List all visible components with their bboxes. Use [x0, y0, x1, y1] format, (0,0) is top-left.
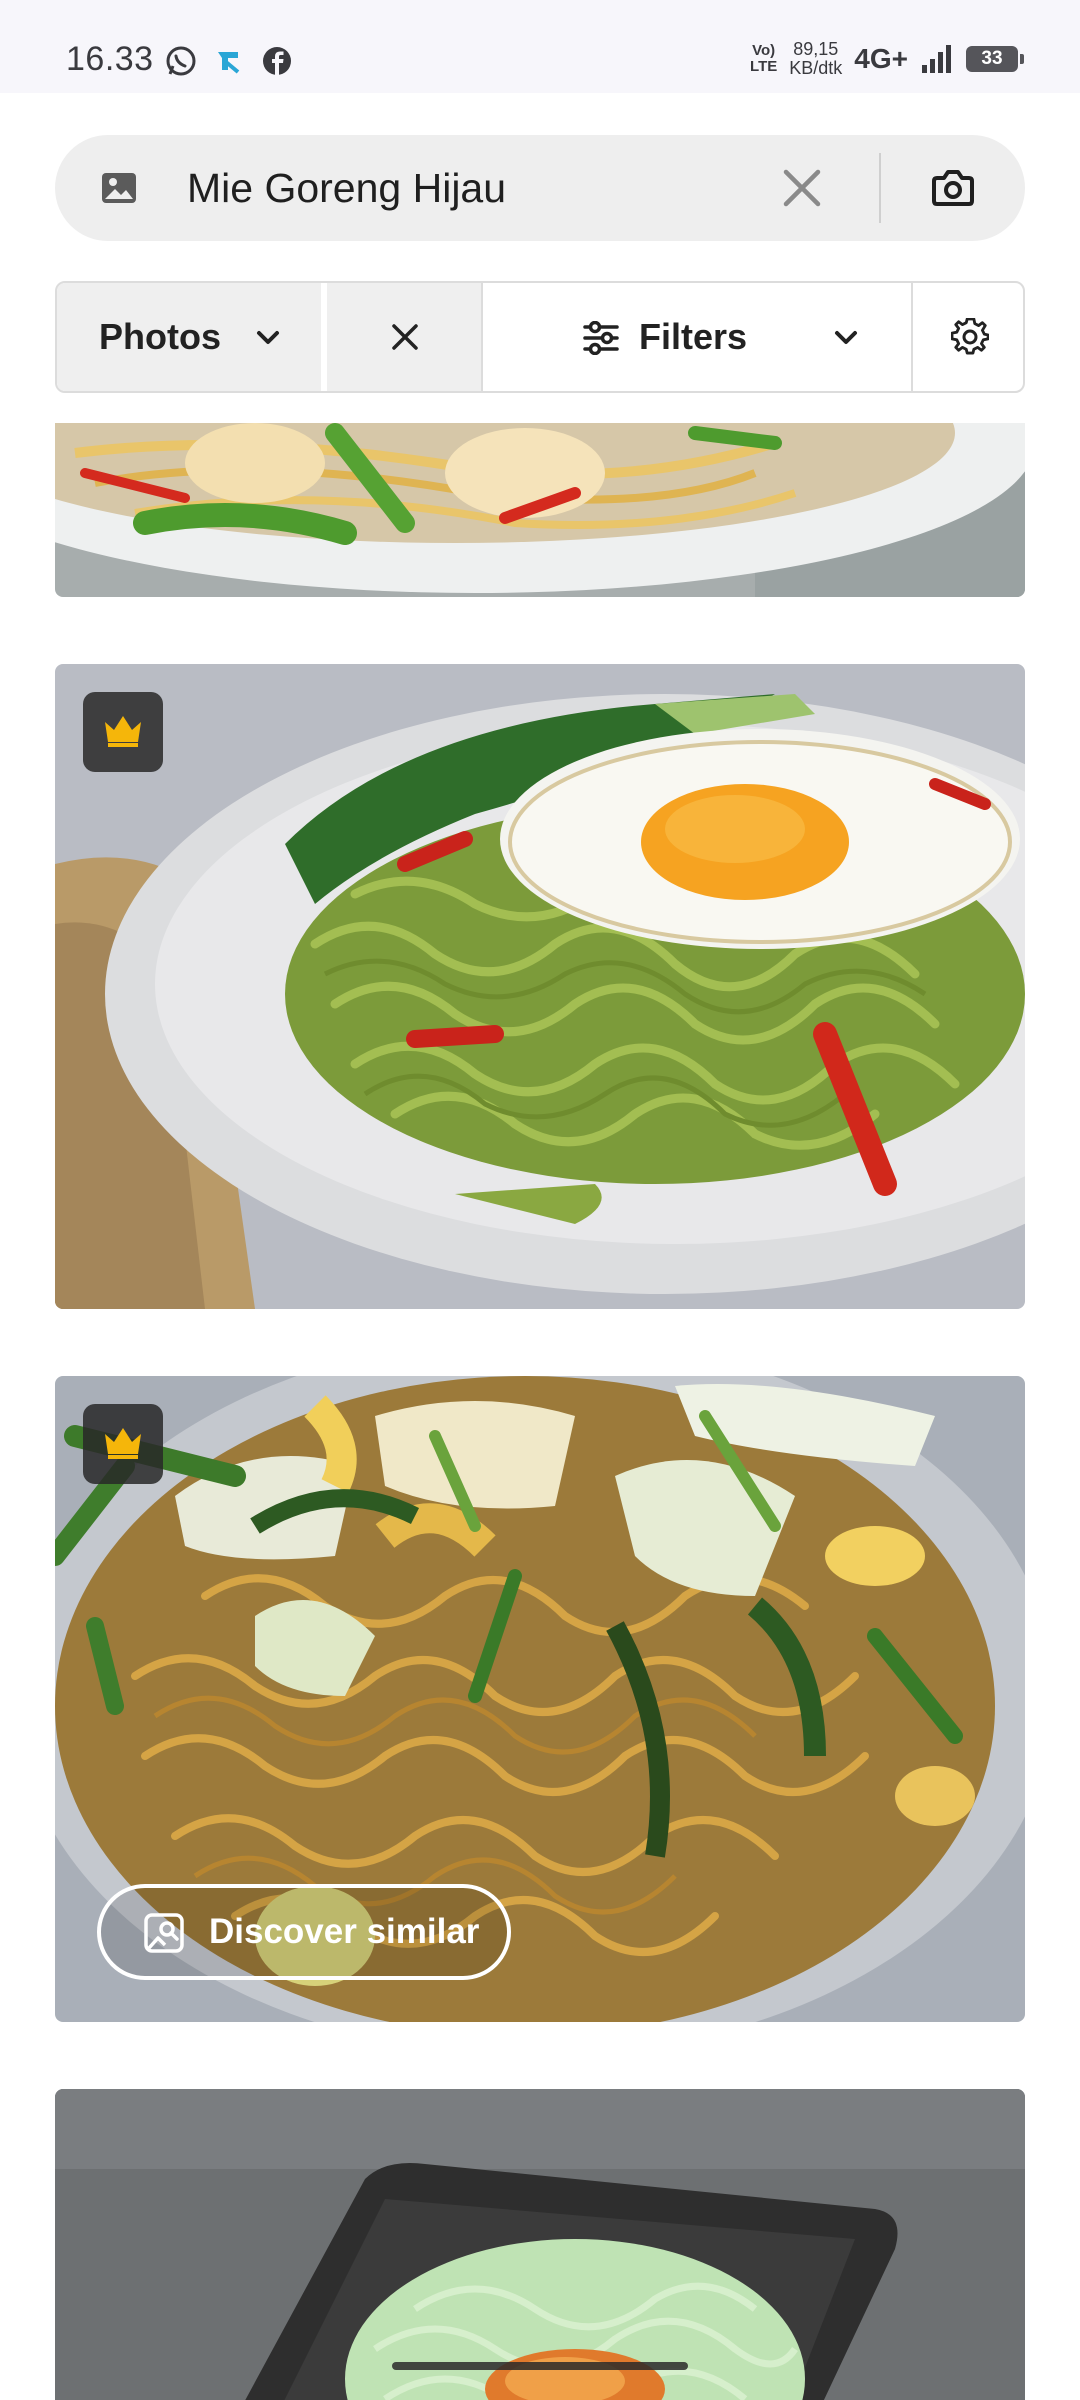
status-time: 16.33 [66, 40, 154, 78]
photo-green-noodles-egg [55, 664, 1025, 1309]
whatsapp-icon [166, 46, 196, 76]
signal-icon [922, 45, 951, 73]
camera-icon[interactable] [931, 166, 975, 210]
gear-icon [951, 318, 989, 355]
crown-icon [105, 716, 141, 747]
filters-button[interactable]: Filters [485, 283, 913, 391]
discover-similar-button[interactable]: Discover similar [97, 1884, 511, 1980]
status-indicators: Vo) LTE 89,15 KB/dtk 4G+ 33 [750, 40, 1024, 78]
premium-badge [83, 1404, 163, 1484]
photo-fried-noodles [55, 423, 1025, 597]
result-image[interactable] [55, 2089, 1025, 2400]
home-indicator[interactable] [392, 2362, 688, 2370]
discover-similar-icon [144, 1913, 184, 1953]
volte-indicator: Vo) LTE [750, 42, 778, 75]
filters-label: Filters [639, 316, 748, 357]
app-icon [218, 52, 240, 74]
chevron-down-icon [835, 331, 857, 344]
image-search-icon[interactable] [99, 168, 139, 208]
photo-green-noodles-plate [55, 2089, 1025, 2400]
result-image[interactable] [55, 664, 1025, 1309]
chevron-down-icon [257, 331, 279, 344]
notification-icons [164, 44, 294, 78]
sliders-icon [583, 321, 619, 355]
clear-media-type-button[interactable] [327, 283, 483, 391]
speed-value: 89,15 [793, 39, 839, 59]
result-image[interactable] [55, 423, 1025, 597]
network-speed: 89,15 KB/dtk [789, 40, 842, 78]
media-type-label: Photos [99, 316, 221, 357]
facebook-icon [263, 47, 291, 75]
filter-bar: Photos Filters [55, 281, 1025, 393]
search-bar[interactable]: Mie Goreng Hijau [55, 135, 1025, 241]
discover-similar-label: Discover similar [209, 1912, 480, 1951]
settings-button[interactable] [915, 283, 1023, 391]
network-type: 4G+ [854, 43, 908, 74]
media-type-dropdown[interactable]: Photos [57, 283, 321, 391]
close-icon[interactable] [781, 167, 823, 209]
premium-badge [83, 692, 163, 772]
close-icon [392, 324, 418, 350]
result-image[interactable]: Discover similar [55, 1376, 1025, 2022]
battery-icon: 33 [966, 46, 1024, 72]
speed-unit: KB/dtk [789, 58, 843, 78]
search-input[interactable]: Mie Goreng Hijau [187, 162, 506, 214]
status-bar: 16.33 Vo) LTE 89,15 KB/dtk 4G+ 33 [0, 0, 1080, 93]
crown-icon [105, 1428, 141, 1459]
search-divider [879, 153, 881, 223]
